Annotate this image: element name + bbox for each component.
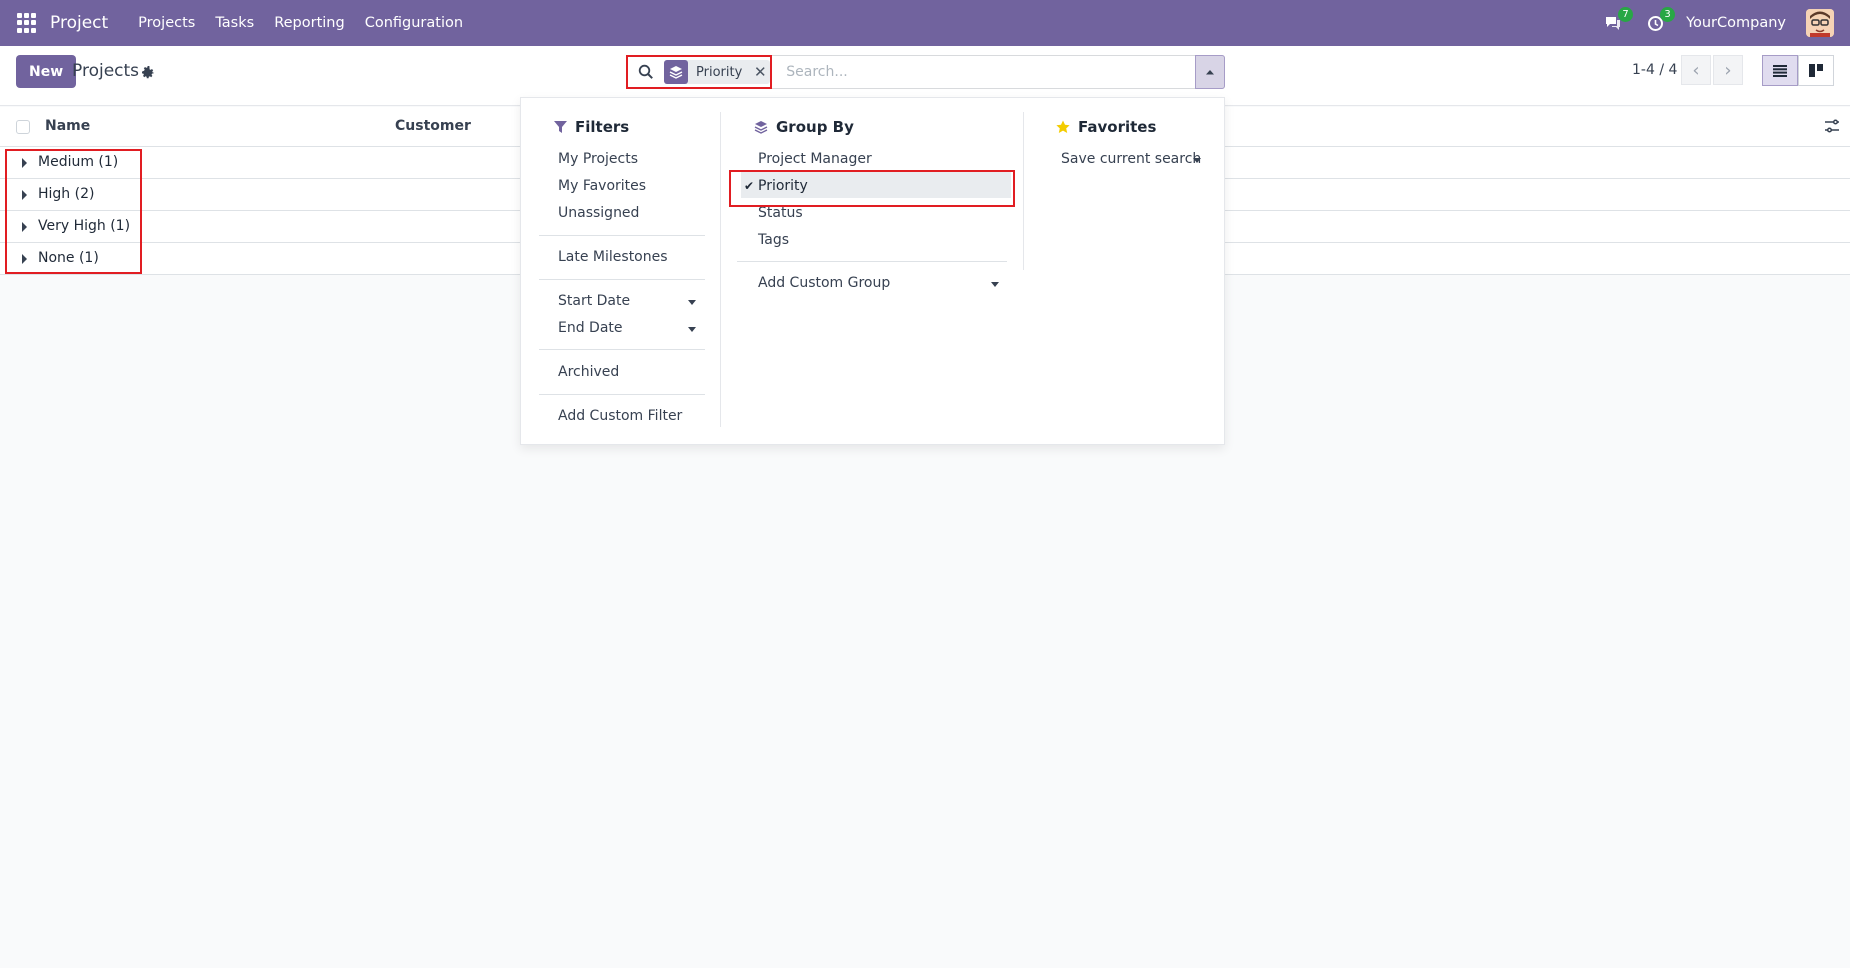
- list-icon: [1773, 64, 1787, 77]
- column-divider: [1023, 112, 1024, 270]
- filter-my-favorites[interactable]: My Favorites: [558, 178, 646, 194]
- divider: [539, 394, 705, 395]
- divider: [539, 279, 705, 280]
- group-label: Medium (1): [38, 154, 119, 170]
- caret-up-icon: [1206, 70, 1214, 75]
- group-label: None (1): [38, 250, 99, 266]
- filter-archived[interactable]: Archived: [558, 364, 619, 380]
- add-custom-group[interactable]: Add Custom Group: [758, 275, 890, 291]
- caret-right-icon: [22, 158, 27, 168]
- filter-start-date[interactable]: Start Date: [558, 293, 630, 309]
- column-header-name[interactable]: Name: [45, 118, 90, 134]
- filter-end-date[interactable]: End Date: [558, 320, 623, 336]
- favorites-title: Favorites: [1056, 118, 1156, 136]
- groupby-project-manager[interactable]: Project Manager: [758, 151, 872, 167]
- list-view-button[interactable]: [1762, 55, 1798, 86]
- nav-projects[interactable]: Projects: [138, 15, 195, 31]
- nav-configuration[interactable]: Configuration: [365, 15, 463, 31]
- caret-down-icon[interactable]: [688, 327, 696, 332]
- divider: [737, 261, 1007, 262]
- filter-late-milestones[interactable]: Late Milestones: [558, 249, 668, 265]
- caret-right-icon: [22, 222, 27, 232]
- systray: 7 3 YourCompany: [1602, 0, 1834, 46]
- chevron-left-icon: ‹: [1692, 59, 1700, 81]
- messages-badge: 7: [1618, 7, 1634, 22]
- apps-menu-icon[interactable]: [17, 13, 37, 33]
- save-current-search[interactable]: Save current search: [1061, 151, 1201, 167]
- nav-tasks[interactable]: Tasks: [215, 15, 254, 31]
- search-bar: Priority ✕: [627, 55, 1225, 89]
- column-header-customer[interactable]: Customer: [395, 118, 471, 134]
- app-brand[interactable]: Project: [50, 13, 108, 33]
- search-input[interactable]: [786, 64, 1167, 80]
- nav-reporting[interactable]: Reporting: [274, 15, 345, 31]
- activities-badge: 3: [1660, 7, 1676, 22]
- divider: [539, 349, 705, 350]
- column-settings-icon[interactable]: [1824, 118, 1840, 134]
- caret-right-icon: [22, 190, 27, 200]
- column-divider: [720, 112, 721, 427]
- caret-down-icon[interactable]: [1193, 158, 1201, 163]
- select-all-checkbox[interactable]: [16, 120, 30, 134]
- groupby-priority[interactable]: Priority: [758, 178, 808, 194]
- filter-unassigned[interactable]: Unassigned: [558, 205, 639, 221]
- chevron-right-icon: ›: [1724, 59, 1732, 81]
- group-label: High (2): [38, 186, 95, 202]
- company-switcher[interactable]: YourCompany: [1686, 15, 1786, 31]
- activities-button[interactable]: 3: [1644, 7, 1676, 34]
- group-label: Very High (1): [38, 218, 131, 234]
- search-options-dropdown: Filters My Projects My Favorites Unassig…: [520, 97, 1225, 445]
- groupby-status[interactable]: Status: [758, 205, 803, 221]
- caret-right-icon: [22, 254, 27, 264]
- check-icon: ✔: [744, 179, 755, 193]
- search-options-toggle[interactable]: [1195, 55, 1225, 89]
- pager-next-button[interactable]: ›: [1713, 55, 1743, 85]
- filters-title: Filters: [554, 118, 629, 136]
- pager-previous-button[interactable]: ‹: [1681, 55, 1711, 85]
- page-title: Projects: [72, 61, 140, 81]
- new-button[interactable]: New: [16, 55, 77, 88]
- star-icon: [1056, 120, 1070, 133]
- caret-down-icon[interactable]: [991, 282, 999, 287]
- filter-my-projects[interactable]: My Projects: [558, 151, 638, 167]
- search-facet-priority: Priority ✕: [664, 60, 771, 84]
- divider: [539, 235, 705, 236]
- caret-down-icon[interactable]: [688, 300, 696, 305]
- kanban-view-button[interactable]: [1798, 55, 1834, 86]
- user-avatar[interactable]: [1806, 9, 1834, 37]
- kanban-icon: [1809, 64, 1823, 77]
- add-custom-filter[interactable]: Add Custom Filter: [558, 408, 682, 424]
- group-by-title: Group By: [754, 118, 854, 136]
- layers-icon: [664, 60, 688, 84]
- top-navbar: Project Projects Tasks Reporting Configu…: [0, 0, 1850, 46]
- layers-icon: [754, 121, 768, 134]
- facet-label: Priority: [696, 64, 743, 80]
- search-icon: [638, 64, 653, 79]
- pager-value[interactable]: 1-4 / 4: [1632, 62, 1677, 78]
- messages-button[interactable]: 7: [1602, 7, 1634, 34]
- gear-icon[interactable]: [140, 64, 156, 80]
- groupby-tags[interactable]: Tags: [758, 232, 789, 248]
- filter-icon: [554, 120, 567, 133]
- close-icon[interactable]: ✕: [750, 60, 770, 84]
